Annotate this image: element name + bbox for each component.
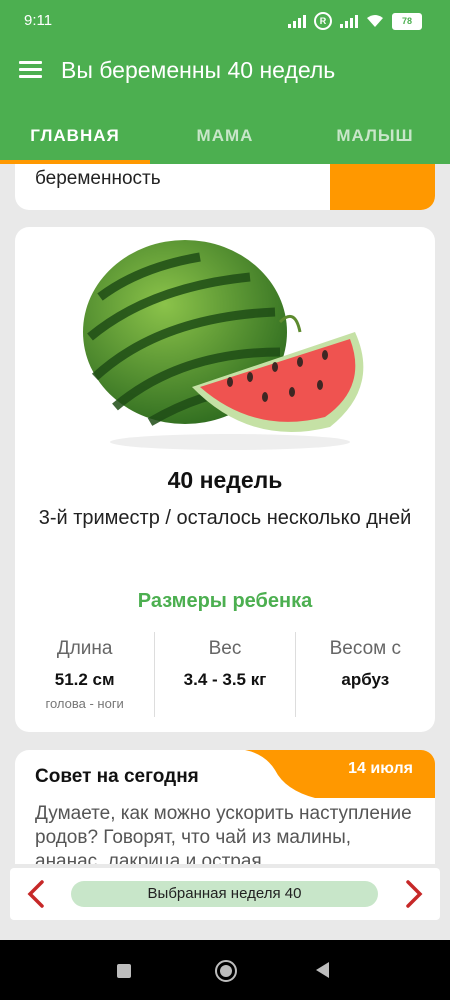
trimester-text: 3-й триместр / осталось несколько дней <box>38 507 412 529</box>
tab-bar: ГЛАВНАЯ МАМА МАЛЫШ <box>0 102 450 164</box>
stat-value: 51.2 см <box>54 670 115 689</box>
stat-sub: голова - ноги <box>45 696 124 711</box>
system-nav-bar <box>0 940 450 1000</box>
tab-baby[interactable]: МАЛЫШ <box>300 102 450 164</box>
menu-icon[interactable] <box>19 61 42 79</box>
content-scroll[interactable]: беременность 40 недель 3-й триместр / ос… <box>0 164 450 864</box>
week-card[interactable]: 40 недель 3-й триместр / осталось нескол… <box>15 227 435 732</box>
status-icons: R 78 <box>288 12 422 30</box>
tab-home[interactable]: ГЛАВНАЯ <box>0 102 150 164</box>
advice-date: 14 июля <box>348 760 413 777</box>
advice-heading: Совет на сегодня <box>35 766 199 787</box>
stat-label: Вес <box>208 638 242 659</box>
page-title: Вы беременны 40 недель <box>61 57 336 83</box>
signal-icon <box>340 14 358 28</box>
baby-sizes-title: Размеры ребенка <box>137 590 313 612</box>
recents-icon[interactable] <box>117 964 131 978</box>
stat-value: арбуз <box>341 670 390 689</box>
previous-card-accent <box>330 164 435 210</box>
tab-mom[interactable]: МАМА <box>150 102 300 164</box>
status-bar: 9:11 R 78 <box>0 0 450 44</box>
chevron-right-icon[interactable] <box>398 878 428 910</box>
advice-body: Думаете, как можно ускорить наступление … <box>35 803 412 864</box>
baby-stats: Длина 51.2 см голова - ноги Вес 3.4 - 3.… <box>15 632 435 717</box>
status-time: 9:11 <box>24 12 53 29</box>
weeks-title: 40 недель <box>167 467 283 493</box>
previous-card[interactable]: беременность <box>15 164 435 210</box>
watermelon-icon <box>83 240 364 450</box>
previous-card-text: беременность <box>35 168 161 189</box>
signal-icon <box>288 14 306 28</box>
stat-length: Длина 51.2 см голова - ноги <box>15 632 154 717</box>
stat-value: 3.4 - 3.5 кг <box>183 670 267 689</box>
chevron-left-icon[interactable] <box>22 878 52 910</box>
home-icon[interactable] <box>215 960 237 982</box>
wifi-icon <box>367 15 383 27</box>
roaming-icon: R <box>314 12 332 30</box>
week-selector: Выбранная неделя 40 <box>10 868 440 920</box>
advice-card[interactable]: 14 июля Совет на сегодня Думаете, как мо… <box>15 750 435 864</box>
stat-comparison: Весом с арбуз <box>294 632 435 717</box>
stat-weight: Вес 3.4 - 3.5 кг <box>154 632 294 717</box>
stat-label: Длина <box>56 638 113 659</box>
back-icon[interactable] <box>316 962 329 978</box>
selected-week-label: Выбранная неделя 40 <box>71 881 378 907</box>
stat-label: Весом с <box>329 638 401 659</box>
app-bar: Вы беременны 40 недель <box>0 44 450 102</box>
battery-icon: 78 <box>392 12 422 30</box>
